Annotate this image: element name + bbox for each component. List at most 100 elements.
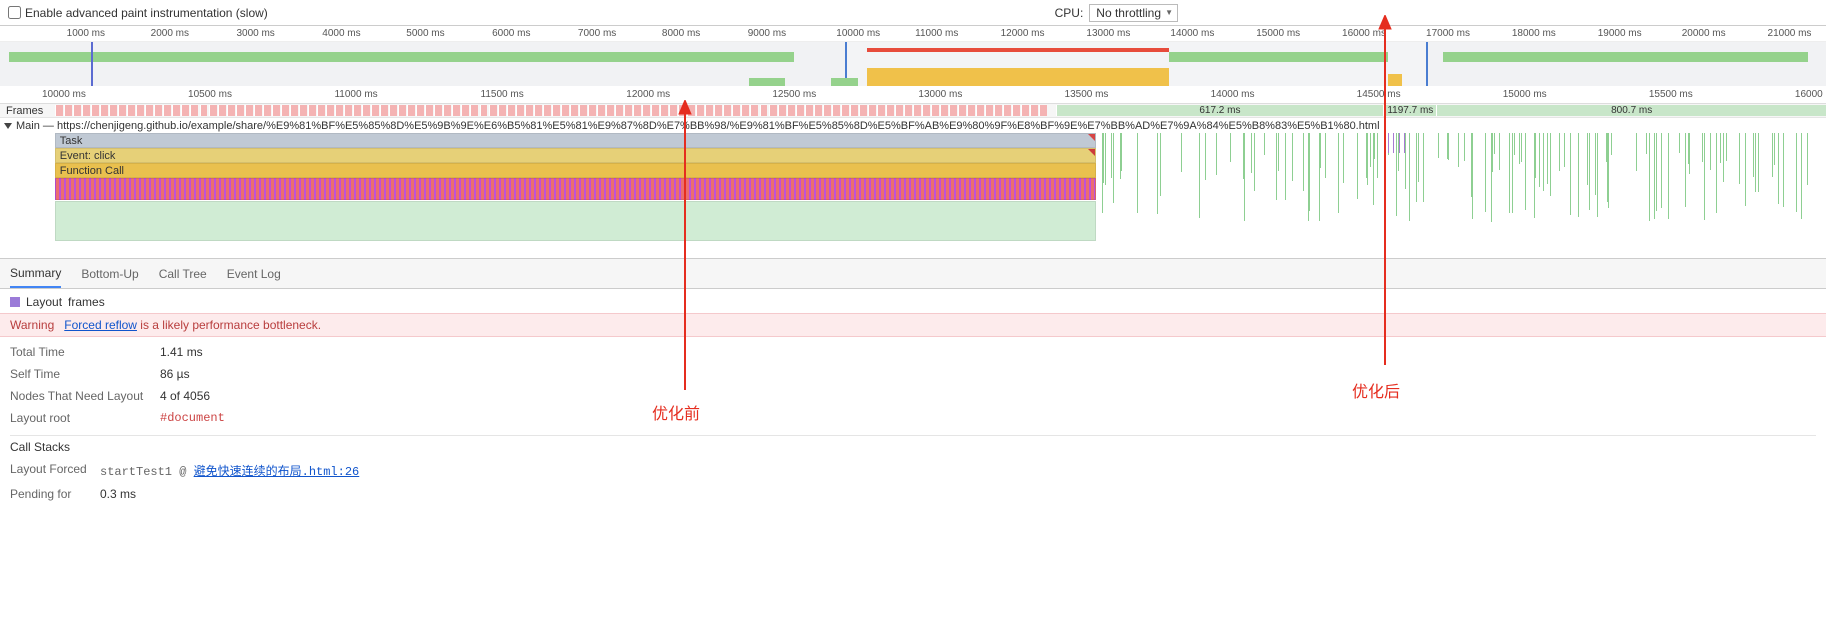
warning-row: Warning Forced reflow is a likely perfor… <box>0 313 1826 337</box>
tab-bottom-up[interactable]: Bottom-Up <box>81 261 138 287</box>
summary-row: Layout root #document <box>10 407 1816 429</box>
overview-tick: 12000 ms <box>1001 28 1045 39</box>
overview-timeline[interactable]: 1000 ms2000 ms3000 ms4000 ms5000 ms6000 … <box>0 26 1826 86</box>
layout-forced-row: Layout Forced startTest1 @ 避免快速连续的布局.htm… <box>10 458 1816 483</box>
detail-tick: 10500 ms <box>188 89 232 100</box>
summary-key: Total Time <box>10 345 150 359</box>
overview-tick: 13000 ms <box>1086 28 1130 39</box>
forced-reflow-link[interactable]: Forced reflow <box>64 318 137 332</box>
overview-tick: 15000 ms <box>1256 28 1300 39</box>
frames-row: Frames 617.2 ms1197.7 ms800.7 ms <box>0 104 1826 118</box>
detail-tick: 15500 ms <box>1649 89 1693 100</box>
cpu-dropdown[interactable]: No throttling <box>1089 4 1178 22</box>
main-url: https://chenjigeng.github.io/example/sha… <box>57 120 1380 132</box>
main-label: Main — <box>16 120 57 132</box>
summary-row: Total Time 1.41 ms <box>10 341 1816 363</box>
frame-segment[interactable]: 800.7 ms <box>1436 105 1826 116</box>
overview-fps-track <box>0 52 1826 62</box>
tab-event-log[interactable]: Event Log <box>227 261 281 287</box>
cpu-label: CPU: <box>1055 6 1084 20</box>
overview-tick: 4000 ms <box>322 28 360 39</box>
summary-value: #document <box>160 411 225 425</box>
overview-tick: 16000 ms <box>1342 28 1386 39</box>
summary-key: Self Time <box>10 367 150 381</box>
detail-tick: 12500 ms <box>772 89 816 100</box>
frames-strip[interactable]: 617.2 ms1197.7 ms800.7 ms <box>55 104 1826 117</box>
long-task-warning-icon <box>1088 149 1096 157</box>
tab-summary[interactable]: Summary <box>10 260 61 288</box>
overview-tick: 20000 ms <box>1682 28 1726 39</box>
detail-tick: 14500 ms <box>1357 89 1401 100</box>
fps-bar <box>1443 52 1808 62</box>
cpu-chunk-small <box>749 78 786 86</box>
summary-value: 86 µs <box>160 367 190 381</box>
layout-forced-label: Layout Forced <box>10 462 90 476</box>
overview-tick: 3000 ms <box>236 28 274 39</box>
overview-tick: 1000 ms <box>67 28 105 39</box>
overview-tick: 6000 ms <box>492 28 530 39</box>
cpu-chunk <box>867 68 1168 86</box>
summary-title-text: Layout <box>26 295 62 309</box>
overview-marker <box>91 42 93 86</box>
overview-tick: 10000 ms <box>836 28 880 39</box>
main-flame-body[interactable]: TaskEvent: clickFunction Call <box>0 133 1826 258</box>
overview-tick: 14000 ms <box>1170 28 1214 39</box>
flame-paint-band[interactable] <box>55 201 1096 241</box>
frames-label: Frames <box>0 105 55 117</box>
overview-body[interactable] <box>0 42 1826 86</box>
flame-task[interactable]: Task <box>55 133 1096 148</box>
overview-tick: 8000 ms <box>662 28 700 39</box>
detail-tick: 13500 ms <box>1065 89 1109 100</box>
detail-tick: 11000 ms <box>334 89 377 100</box>
summary-value: 1.41 ms <box>160 345 203 359</box>
detail-tick: 15000 ms <box>1503 89 1547 100</box>
fps-bar <box>1169 52 1388 62</box>
toolbar: Enable advanced paint instrumentation (s… <box>0 0 1826 26</box>
layout-color-swatch <box>10 297 20 307</box>
detail-tick: 11500 ms <box>481 89 524 100</box>
fps-bar-red <box>867 48 1168 52</box>
detail-tick: 12000 ms <box>626 89 670 100</box>
overview-tick: 19000 ms <box>1598 28 1642 39</box>
flame-layout-band[interactable] <box>55 178 1096 200</box>
summary-panel: Layout frames Warning Forced reflow is a… <box>0 289 1826 511</box>
detail-ruler: 10000 ms 10500 ms 11000 ms 11500 ms 12000 ms… <box>0 86 1826 104</box>
summary-title: Layout frames <box>10 295 1816 309</box>
summary-row: Nodes That Need Layout 4 of 4056 <box>10 385 1816 407</box>
warning-text: is a likely performance bottleneck. <box>137 318 321 332</box>
overview-tick: 9000 ms <box>748 28 786 39</box>
flame-function-call[interactable]: Function Call <box>55 163 1096 178</box>
summary-key: Nodes That Need Layout <box>10 389 150 403</box>
warning-label: Warning <box>10 318 54 332</box>
summary-value: 4 of 4056 <box>160 389 210 403</box>
flame-chart[interactable]: 10000 ms 10500 ms 11000 ms 11500 ms 12000 ms… <box>0 86 1826 259</box>
overview-tick: 21000 ms <box>1768 28 1812 39</box>
paint-instrumentation-input[interactable] <box>8 6 21 19</box>
flame-event[interactable]: Event: click <box>55 148 1096 163</box>
paint-instrumentation-label: Enable advanced paint instrumentation (s… <box>25 6 268 20</box>
detail-tick: 13000 ms <box>918 89 962 100</box>
fps-bar <box>9 52 794 62</box>
overview-cpu-track <box>0 66 1826 86</box>
cpu-throttle: CPU: No throttling <box>1055 4 1178 22</box>
collapse-icon[interactable] <box>4 123 12 129</box>
tab-call-tree[interactable]: Call Tree <box>159 261 207 287</box>
pending-for-row: Pending for 0.3 ms <box>10 483 1816 505</box>
paint-instrumentation-checkbox[interactable]: Enable advanced paint instrumentation (s… <box>8 6 268 20</box>
overview-tick: 7000 ms <box>578 28 616 39</box>
detail-tick: 10000 ms <box>42 89 86 100</box>
overview-tick: 11000 ms <box>915 28 958 39</box>
long-task-warning-icon <box>1088 134 1096 142</box>
frame-segment[interactable]: 1197.7 ms <box>1383 105 1436 116</box>
call-stacks-header: Call Stacks <box>10 435 1816 458</box>
summary-key: Layout root <box>10 411 150 425</box>
stack-source-link[interactable]: 避免快速连续的布局.html:26 <box>194 465 360 479</box>
detail-tick: 14000 ms <box>1211 89 1255 100</box>
cpu-chunk-small <box>831 78 858 86</box>
details-tabs: Summary Bottom-Up Call Tree Event Log <box>0 259 1826 289</box>
main-thread-header[interactable]: Main — https://chenjigeng.github.io/exam… <box>0 118 1826 133</box>
frame-segment[interactable]: 617.2 ms <box>1056 105 1384 116</box>
overview-tick: 17000 ms <box>1426 28 1470 39</box>
overview-tick: 2000 ms <box>151 28 189 39</box>
cpu-chunk <box>1388 74 1403 86</box>
